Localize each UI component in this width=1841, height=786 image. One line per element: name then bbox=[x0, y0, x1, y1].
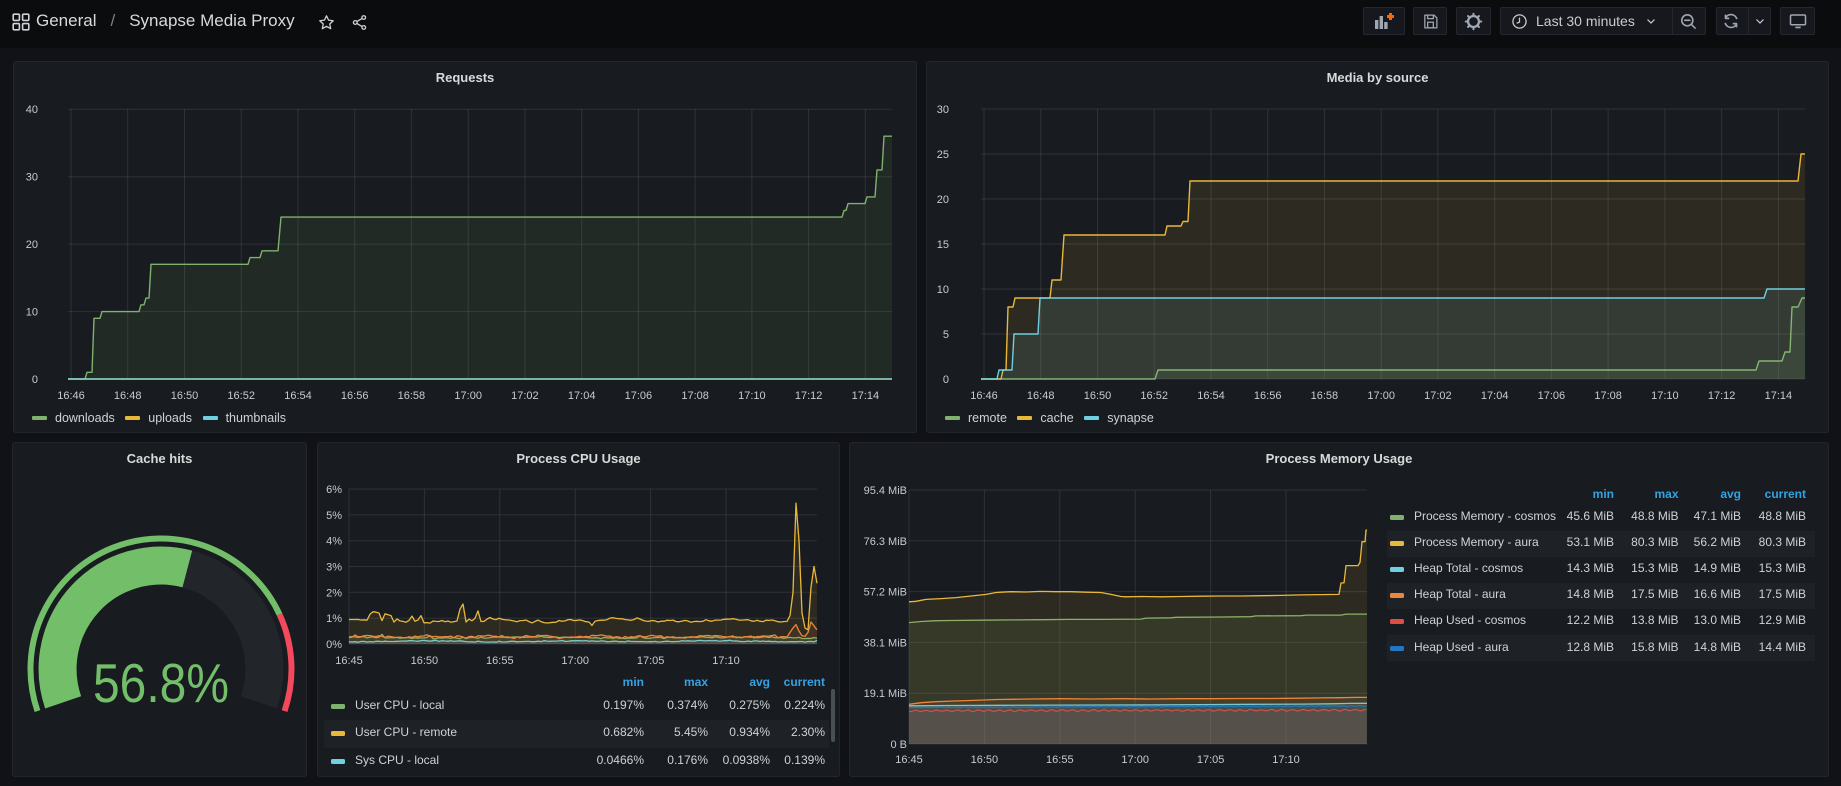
svg-text:16:50: 16:50 bbox=[171, 390, 199, 402]
svg-text:30: 30 bbox=[26, 172, 38, 184]
svg-text:3%: 3% bbox=[326, 562, 342, 574]
svg-text:5%: 5% bbox=[326, 510, 342, 522]
svg-text:17:00: 17:00 bbox=[561, 655, 589, 667]
svg-text:0: 0 bbox=[32, 374, 38, 386]
svg-text:17:10: 17:10 bbox=[1272, 754, 1300, 766]
svg-text:17:06: 17:06 bbox=[625, 390, 653, 402]
svg-text:17:02: 17:02 bbox=[1424, 390, 1452, 402]
svg-text:56.8%: 56.8% bbox=[93, 652, 229, 714]
svg-text:10: 10 bbox=[937, 284, 949, 296]
svg-text:16:50: 16:50 bbox=[1084, 390, 1112, 402]
svg-text:17:00: 17:00 bbox=[1121, 754, 1149, 766]
svg-text:16:56: 16:56 bbox=[1254, 390, 1282, 402]
svg-text:17:14: 17:14 bbox=[852, 390, 880, 402]
svg-text:16:55: 16:55 bbox=[1046, 754, 1074, 766]
svg-text:16:58: 16:58 bbox=[1311, 390, 1339, 402]
svg-text:16:45: 16:45 bbox=[895, 754, 923, 766]
svg-text:17:00: 17:00 bbox=[454, 390, 482, 402]
svg-text:16:54: 16:54 bbox=[284, 390, 312, 402]
svg-text:17:08: 17:08 bbox=[1594, 390, 1622, 402]
svg-text:16:50: 16:50 bbox=[971, 754, 999, 766]
svg-text:17:05: 17:05 bbox=[1197, 754, 1225, 766]
svg-text:10: 10 bbox=[26, 307, 38, 319]
svg-text:19.1 MiB: 19.1 MiB bbox=[864, 688, 907, 700]
svg-text:0%: 0% bbox=[326, 639, 342, 651]
svg-text:25: 25 bbox=[937, 149, 949, 161]
svg-text:16:50: 16:50 bbox=[411, 655, 439, 667]
svg-text:16:46: 16:46 bbox=[57, 390, 85, 402]
svg-text:16:52: 16:52 bbox=[1140, 390, 1168, 402]
svg-text:17:12: 17:12 bbox=[1708, 390, 1736, 402]
svg-text:17:04: 17:04 bbox=[1481, 390, 1509, 402]
svg-text:17:04: 17:04 bbox=[568, 390, 596, 402]
svg-text:17:12: 17:12 bbox=[795, 390, 823, 402]
svg-text:20: 20 bbox=[26, 239, 38, 251]
svg-text:17:14: 17:14 bbox=[1765, 390, 1793, 402]
svg-text:15: 15 bbox=[937, 239, 949, 251]
svg-text:20: 20 bbox=[937, 194, 949, 206]
svg-text:40: 40 bbox=[26, 104, 38, 116]
svg-text:57.2 MiB: 57.2 MiB bbox=[864, 587, 907, 599]
svg-text:16:48: 16:48 bbox=[114, 390, 142, 402]
svg-text:5: 5 bbox=[943, 329, 949, 341]
svg-text:17:10: 17:10 bbox=[712, 655, 740, 667]
svg-text:38.1 MiB: 38.1 MiB bbox=[864, 637, 907, 649]
svg-text:17:02: 17:02 bbox=[511, 390, 539, 402]
svg-text:17:05: 17:05 bbox=[637, 655, 665, 667]
svg-text:4%: 4% bbox=[326, 536, 342, 548]
svg-text:2%: 2% bbox=[326, 587, 342, 599]
svg-text:16:56: 16:56 bbox=[341, 390, 369, 402]
svg-text:16:52: 16:52 bbox=[227, 390, 255, 402]
svg-text:30: 30 bbox=[937, 104, 949, 116]
svg-text:16:46: 16:46 bbox=[970, 390, 998, 402]
svg-text:16:54: 16:54 bbox=[1197, 390, 1225, 402]
svg-text:17:10: 17:10 bbox=[738, 390, 766, 402]
svg-text:0: 0 bbox=[943, 374, 949, 386]
svg-text:76.3 MiB: 76.3 MiB bbox=[864, 536, 907, 548]
svg-text:16:55: 16:55 bbox=[486, 655, 514, 667]
svg-text:17:06: 17:06 bbox=[1538, 390, 1566, 402]
svg-text:16:45: 16:45 bbox=[335, 655, 363, 667]
svg-text:17:00: 17:00 bbox=[1367, 390, 1395, 402]
svg-text:0 B: 0 B bbox=[890, 739, 907, 751]
svg-text:16:48: 16:48 bbox=[1027, 390, 1055, 402]
svg-text:17:08: 17:08 bbox=[681, 390, 709, 402]
svg-text:1%: 1% bbox=[326, 613, 342, 625]
svg-text:17:10: 17:10 bbox=[1651, 390, 1679, 402]
svg-text:6%: 6% bbox=[326, 484, 342, 496]
svg-text:16:58: 16:58 bbox=[398, 390, 426, 402]
svg-text:95.4 MiB: 95.4 MiB bbox=[864, 485, 907, 497]
